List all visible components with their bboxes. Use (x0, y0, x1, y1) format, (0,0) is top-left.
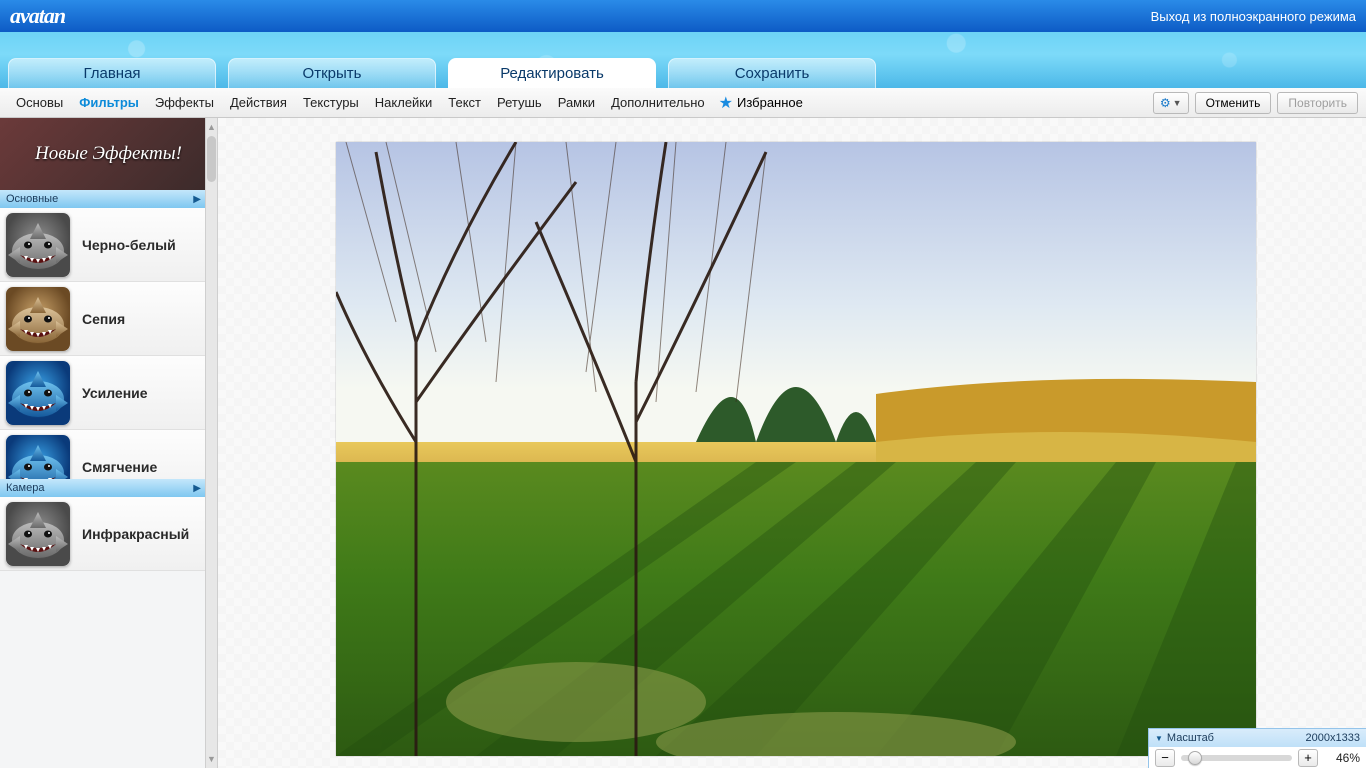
filter-item[interactable]: Усиление (0, 356, 217, 430)
main-tab-bar: Главная Открыть Редактировать Сохранить (0, 32, 1366, 88)
subtab-text[interactable]: Текст (440, 88, 489, 117)
subtab-frames[interactable]: Рамки (550, 88, 603, 117)
exit-fullscreen-link[interactable]: Выход из полноэкранного режима (1151, 9, 1356, 24)
subtab-stickers[interactable]: Наклейки (367, 88, 440, 117)
chevron-right-icon: ▶ (193, 194, 201, 205)
subtab-filters[interactable]: Фильтры (71, 88, 147, 117)
filter-thumb-icon (6, 287, 70, 351)
favorites-button[interactable]: ★ Избранное (719, 93, 803, 113)
chevron-right-icon: ▶ (193, 483, 201, 494)
brand-logo[interactable]: avatan (10, 3, 65, 29)
filter-label: Черно-белый (82, 237, 176, 253)
filter-label: Инфракрасный (82, 526, 189, 542)
zoom-panel: ▼ Масштаб 2000x1333 − + 46% (1148, 728, 1366, 768)
group-title: Камера (6, 482, 44, 494)
promo-text: Новые Эффекты! (35, 143, 182, 165)
zoom-slider[interactable] (1181, 755, 1292, 761)
edited-image[interactable] (336, 142, 1256, 756)
image-dimensions: 2000x1333 (1306, 732, 1360, 744)
tab-open[interactable]: Открыть (228, 58, 436, 88)
zoom-title: Масштаб (1167, 732, 1214, 744)
filter-thumb-icon (6, 213, 70, 277)
filters-sidebar: Новые Эффекты! Основные ▶ Черно-белый С (0, 118, 218, 768)
subtab-extra[interactable]: Дополнительно (603, 88, 713, 117)
filter-thumb-icon (6, 502, 70, 566)
group-title: Основные (6, 193, 58, 205)
tab-home[interactable]: Главная (8, 58, 216, 88)
subtab-actions[interactable]: Действия (222, 88, 295, 117)
filter-item[interactable]: Черно-белый (0, 208, 217, 282)
subtab-textures[interactable]: Текстуры (295, 88, 367, 117)
promo-banner[interactable]: Новые Эффекты! (0, 118, 217, 190)
group-header-basic[interactable]: Основные ▶ (0, 190, 217, 208)
settings-button[interactable]: ⚙ ▼ (1153, 92, 1189, 114)
scroll-down-icon[interactable]: ▼ (206, 752, 217, 766)
sidebar-scrollbar[interactable]: ▲ ▼ (205, 118, 217, 768)
star-icon: ★ (719, 93, 733, 113)
canvas-area[interactable]: ▼ Масштаб 2000x1333 − + 46% (218, 118, 1366, 768)
zoom-slider-knob[interactable] (1188, 751, 1202, 765)
redo-button[interactable]: Повторить (1277, 92, 1358, 114)
subtab-retouch[interactable]: Ретушь (489, 88, 550, 117)
sub-toolbar: Основы Фильтры Эффекты Действия Текстуры… (0, 88, 1366, 118)
subtab-basics[interactable]: Основы (8, 88, 71, 117)
chevron-down-icon: ▼ (1173, 98, 1182, 108)
zoom-percent: 46% (1324, 751, 1360, 765)
group-header-camera[interactable]: Камера ▶ (0, 479, 217, 497)
filter-thumb-icon (6, 435, 70, 480)
filter-item[interactable]: Смягчение (0, 430, 217, 479)
filter-item[interactable]: Инфракрасный (0, 497, 217, 571)
scroll-up-icon[interactable]: ▲ (206, 120, 217, 134)
filter-label: Смягчение (82, 459, 157, 475)
zoom-out-button[interactable]: − (1155, 749, 1175, 767)
tab-save[interactable]: Сохранить (668, 58, 876, 88)
filter-label: Сепия (82, 311, 125, 327)
tab-edit[interactable]: Редактировать (448, 58, 656, 88)
zoom-in-button[interactable]: + (1298, 749, 1318, 767)
filter-label: Усиление (82, 385, 148, 401)
scroll-thumb[interactable] (207, 136, 216, 182)
collapse-icon[interactable]: ▼ (1155, 734, 1163, 743)
gear-icon: ⚙ (1160, 96, 1171, 110)
undo-button[interactable]: Отменить (1195, 92, 1272, 114)
favorites-label: Избранное (737, 95, 803, 110)
filter-thumb-icon (6, 361, 70, 425)
filter-item[interactable]: Сепия (0, 282, 217, 356)
subtab-effects[interactable]: Эффекты (147, 88, 222, 117)
